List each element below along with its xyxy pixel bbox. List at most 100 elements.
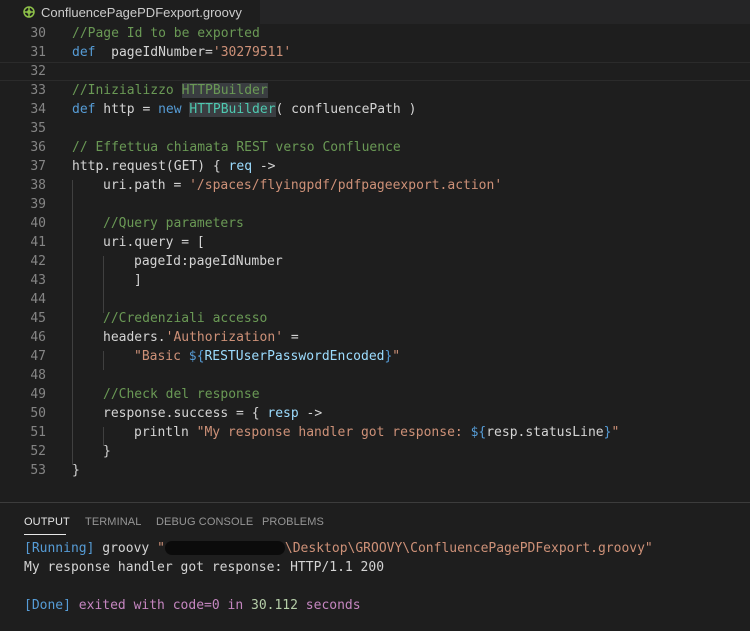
code-token: = xyxy=(283,330,299,345)
line-number: 46 xyxy=(30,330,46,345)
code-token: } xyxy=(72,463,80,478)
code-token: uri.path = xyxy=(103,178,190,193)
code-editor[interactable]: 30 //Page Id to be exported 31 def pageIdNu… xyxy=(0,24,750,484)
code-text: uri.query = [ xyxy=(103,233,205,252)
code-line[interactable]: 38 uri.path = '/spaces/flyingpdf/pdfpagee… xyxy=(0,176,750,195)
line-number: 33 xyxy=(30,83,46,98)
tab-filename: ConfluencePagePDFexport.groovy xyxy=(41,4,242,20)
code-token: pageIdNumber= xyxy=(95,45,213,60)
line-number: 39 xyxy=(30,197,46,212)
code-line[interactable]: 50 response.success = { resp -> xyxy=(0,404,750,423)
line-number: 42 xyxy=(30,254,46,269)
line-number: 34 xyxy=(30,102,46,117)
code-token: " xyxy=(392,349,401,364)
code-line[interactable]: 41 uri.query = [ xyxy=(0,233,750,252)
code-text: def http = new HTTPBuilder( confluencePa… xyxy=(72,100,416,119)
panel-tab-output[interactable]: OUTPUT xyxy=(24,516,70,528)
code-text: println "My response handler got respons… xyxy=(134,423,619,442)
code-token: // Effettua chiamata REST verso Confluen… xyxy=(72,140,401,155)
code-token: http.request(GET) { xyxy=(72,159,229,174)
code-text: //Page Id to be exported xyxy=(72,24,260,43)
running-tag: [Running] xyxy=(24,541,95,556)
code-token: //Query parameters xyxy=(103,216,244,231)
code-token: RESTUserPasswordEncoded xyxy=(204,349,385,364)
line-number: 51 xyxy=(30,425,46,440)
code-line[interactable]: 44 xyxy=(0,290,750,309)
code-token: -> xyxy=(298,406,323,421)
code-text: //Inizializzo HTTPBuilder xyxy=(72,81,268,100)
code-token: def xyxy=(72,102,96,117)
code-line[interactable]: 37 http.request(GET) { req -> xyxy=(0,157,750,176)
code-token: response.success = { xyxy=(103,406,268,421)
code-token: //Inizializzo HTTPBuilder xyxy=(72,83,268,98)
code-token: 'Authorization' xyxy=(165,330,284,345)
line-number: 47 xyxy=(30,349,46,364)
code-line[interactable]: 36 // Effettua chiamata REST verso Conflu… xyxy=(0,138,750,157)
code-line[interactable]: 32 xyxy=(0,62,750,81)
done-text-in: in xyxy=(219,598,251,613)
code-token: -> xyxy=(252,159,276,174)
code-text: http.request(GET) { req -> xyxy=(72,157,276,176)
code-token: def xyxy=(72,45,96,60)
code-line[interactable]: 39 xyxy=(0,195,750,214)
line-number: 53 xyxy=(30,463,46,478)
code-token: ] xyxy=(134,273,142,288)
code-line[interactable]: 35 xyxy=(0,119,750,138)
code-token: ( confluencePath ) xyxy=(275,102,417,117)
code-token: '30279511' xyxy=(212,45,292,60)
code-token: //Credenziali accesso xyxy=(103,311,268,326)
code-line[interactable]: 30 //Page Id to be exported xyxy=(0,24,750,43)
code-line[interactable]: 49 //Check del response xyxy=(0,385,750,404)
line-number: 52 xyxy=(30,444,46,459)
output-panel: OUTPUT TERMINAL DEBUG CONSOLE PROBLEMS [… xyxy=(0,503,750,631)
code-token: "Basic xyxy=(134,349,189,364)
code-token: " xyxy=(611,425,620,440)
code-token: HTTPBuilder xyxy=(189,102,276,117)
editor-tab[interactable]: ConfluencePagePDFexport.groovy xyxy=(0,0,260,24)
code-line[interactable]: 51 println "My response handler got respo… xyxy=(0,423,750,442)
code-text: uri.path = '/spaces/flyingpdf/pdfpageexp… xyxy=(103,176,502,195)
line-number: 30 xyxy=(30,26,46,41)
code-line[interactable]: 48 xyxy=(0,366,750,385)
line-number: 49 xyxy=(30,387,46,402)
code-line[interactable]: 42 pageId:pageIdNumber xyxy=(0,252,750,271)
line-number: 44 xyxy=(30,292,46,307)
code-line[interactable]: 45 //Credenziali accesso xyxy=(0,309,750,328)
code-line[interactable]: 43] xyxy=(0,271,750,290)
code-text: pageId:pageIdNumber xyxy=(134,252,283,271)
code-line[interactable]: 53} xyxy=(0,461,750,480)
code-line[interactable]: 33 //Inizializzo HTTPBuilder xyxy=(0,81,750,100)
groovy-file-icon xyxy=(23,6,35,18)
line-number: 38 xyxy=(30,178,46,193)
line-number: 36 xyxy=(30,140,46,155)
code-line[interactable]: 31 def pageIdNumber='30279511' xyxy=(0,43,750,62)
code-token: pageId:pageIdNumber xyxy=(134,254,283,269)
panel-tab-terminal[interactable]: TERMINAL xyxy=(85,516,141,528)
code-line[interactable]: 47 "Basic ${RESTUserPasswordEncoded}" xyxy=(0,347,750,366)
panel-tab-debug-console[interactable]: DEBUG CONSOLE xyxy=(156,516,253,528)
code-token: '/spaces/flyingpdf/pdfpageexport.action' xyxy=(189,178,503,193)
active-tab-indicator xyxy=(24,534,66,535)
done-tag: [Done] xyxy=(24,598,71,613)
path-rest: \Desktop\GROOVY\ConfluencePagePDFexport.… xyxy=(284,541,653,556)
code-line[interactable]: 34 def http = new HTTPBuilder( confluence… xyxy=(0,100,750,119)
line-number: 50 xyxy=(30,406,46,421)
path-quote: " xyxy=(157,541,165,556)
panel-tab-problems[interactable]: PROBLEMS xyxy=(262,516,324,528)
code-line[interactable]: 52} xyxy=(0,442,750,461)
code-token: } xyxy=(103,444,111,459)
code-token: //Check del response xyxy=(103,387,260,402)
code-token: uri.query = [ xyxy=(103,235,205,250)
code-text: //Credenziali accesso xyxy=(103,309,267,328)
code-text: "Basic ${RESTUserPasswordEncoded}" xyxy=(134,347,400,366)
code-line[interactable]: 46 headers.'Authorization' = xyxy=(0,328,750,347)
code-line[interactable]: 40 //Query parameters xyxy=(0,214,750,233)
done-code: code=0 xyxy=(172,598,220,613)
line-number: 31 xyxy=(30,45,46,60)
code-text: //Query parameters xyxy=(103,214,244,233)
line-number: 45 xyxy=(30,311,46,326)
code-token: ${ xyxy=(188,349,205,364)
redacted-path xyxy=(164,540,285,555)
line-number: 43 xyxy=(30,273,46,288)
code-text: ] xyxy=(134,271,142,290)
